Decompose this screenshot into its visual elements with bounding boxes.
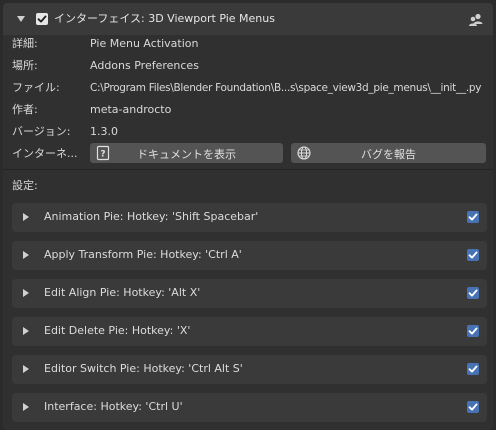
checkmark-icon [468, 251, 478, 259]
version-value: 1.3.0 [90, 125, 118, 138]
location-value: Addons Preferences [90, 59, 199, 72]
addon-enable-checkbox[interactable] [36, 13, 48, 25]
submenu-label: Edit Delete Pie: Hotkey: 'X' [44, 324, 191, 337]
submenu-panel-interface[interactable]: Interface: Hotkey: 'Ctrl U' [12, 393, 487, 422]
description-label: 詳細: [12, 37, 38, 50]
file-label: ファイル: [12, 81, 60, 94]
file-value: C:\Program Files\Blender Foundation\B...… [90, 82, 482, 94]
addon-panel: インターフェイス: 3D Viewport Pie Menus 詳細: Pie … [3, 3, 493, 430]
addon-header[interactable]: インターフェイス: 3D Viewport Pie Menus [3, 3, 493, 35]
documentation-button[interactable]: ? ドキュメントを表示 [90, 143, 283, 163]
expand-arrow-icon[interactable] [23, 289, 29, 297]
author-label: 作者: [12, 103, 38, 116]
checkmark-icon [468, 327, 478, 335]
checkmark-icon [468, 403, 478, 411]
user-icon [469, 13, 483, 26]
location-label: 場所: [12, 59, 38, 72]
checkmark-icon [468, 365, 478, 373]
submenu-label: Apply Transform Pie: Hotkey: 'Ctrl A' [44, 248, 242, 261]
submenu-label: Edit Align Pie: Hotkey: 'Alt X' [44, 286, 201, 299]
expand-arrow-icon[interactable] [23, 327, 29, 335]
submenu-enable-checkbox[interactable] [467, 249, 479, 261]
settings-label: 設定: [12, 179, 38, 192]
expand-arrow-icon[interactable] [17, 16, 25, 22]
submenu-panel-animation[interactable]: Animation Pie: Hotkey: 'Shift Spacebar' [12, 203, 487, 232]
checkmark-icon [37, 15, 47, 23]
submenu-enable-checkbox[interactable] [467, 363, 479, 375]
internet-label: インターネ... [12, 147, 78, 160]
submenu-enable-checkbox[interactable] [467, 211, 479, 223]
submenu-enable-checkbox[interactable] [467, 401, 479, 413]
expand-arrow-icon[interactable] [23, 213, 29, 221]
submenu-enable-checkbox[interactable] [467, 325, 479, 337]
checkmark-icon [468, 289, 478, 297]
expand-arrow-icon[interactable] [23, 403, 29, 411]
submenu-label: Interface: Hotkey: 'Ctrl U' [44, 400, 183, 413]
submenu-panel-editor-switch[interactable]: Editor Switch Pie: Hotkey: 'Ctrl Alt S' [12, 355, 487, 384]
checkmark-icon [468, 213, 478, 221]
report-bug-button-label: バグを報告 [361, 148, 416, 161]
report-bug-button[interactable]: バグを報告 [291, 143, 486, 163]
submenu-panel-edit-delete[interactable]: Edit Delete Pie: Hotkey: 'X' [12, 317, 487, 346]
expand-arrow-icon[interactable] [23, 251, 29, 259]
submenu-label: Animation Pie: Hotkey: 'Shift Spacebar' [44, 210, 259, 223]
author-value: meta-androcto [90, 103, 172, 116]
description-value: Pie Menu Activation [90, 37, 199, 50]
submenu-panel-apply-transform[interactable]: Apply Transform Pie: Hotkey: 'Ctrl A' [12, 241, 487, 270]
documentation-button-label: ドキュメントを表示 [137, 148, 236, 161]
addon-title: インターフェイス: 3D Viewport Pie Menus [54, 12, 275, 25]
version-label: バージョン: [12, 125, 71, 138]
submenu-panel-edit-align[interactable]: Edit Align Pie: Hotkey: 'Alt X' [12, 279, 487, 308]
section-divider [3, 169, 493, 170]
submenu-enable-checkbox[interactable] [467, 287, 479, 299]
expand-arrow-icon[interactable] [23, 365, 29, 373]
submenu-label: Editor Switch Pie: Hotkey: 'Ctrl Alt S' [44, 362, 243, 375]
